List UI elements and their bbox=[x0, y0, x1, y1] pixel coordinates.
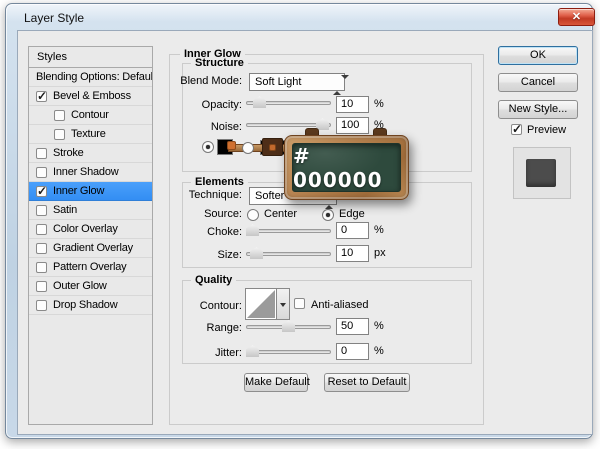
choke-input[interactable]: 0 bbox=[336, 222, 369, 239]
structure-legend: Structure bbox=[191, 57, 248, 69]
opacity-input[interactable]: 10 bbox=[336, 96, 369, 113]
preview-label[interactable]: Preview bbox=[527, 124, 566, 136]
range-slider[interactable] bbox=[246, 320, 331, 333]
noise-label: Noise: bbox=[210, 121, 242, 133]
jitter-input[interactable]: 0 bbox=[336, 343, 369, 360]
sidebar-item-label: Stroke bbox=[53, 147, 84, 159]
style-enabled-checkbox[interactable] bbox=[36, 223, 47, 235]
window-title: Layer Style bbox=[24, 11, 85, 25]
size-thumb[interactable] bbox=[250, 247, 263, 259]
anti-aliased-label[interactable]: Anti-aliased bbox=[311, 299, 368, 311]
cancel-button[interactable]: Cancel bbox=[498, 73, 578, 92]
color-radio[interactable] bbox=[202, 141, 214, 153]
range-input[interactable]: 50 bbox=[336, 318, 369, 335]
technique-label: Technique: bbox=[188, 189, 242, 201]
sidebar-item-label: Satin bbox=[53, 204, 78, 216]
style-enabled-checkbox[interactable] bbox=[36, 280, 47, 292]
blend-mode-value: Soft Light bbox=[255, 76, 302, 88]
style-enabled-checkbox[interactable] bbox=[36, 147, 47, 159]
contour-label: Contour: bbox=[199, 300, 242, 312]
sidebar-item-inner-shadow[interactable]: Inner Shadow bbox=[29, 163, 152, 182]
choke-unit: % bbox=[374, 224, 384, 236]
jitter-slider[interactable] bbox=[246, 345, 331, 358]
sidebar-item-stroke[interactable]: Stroke bbox=[29, 144, 152, 163]
range-label: Range: bbox=[206, 322, 242, 334]
style-enabled-checkbox[interactable] bbox=[36, 299, 47, 311]
technique-value: Softer bbox=[255, 190, 285, 202]
gradient-radio[interactable] bbox=[242, 142, 254, 154]
choke-thumb[interactable] bbox=[246, 224, 259, 236]
preview-thumbnail-square bbox=[526, 159, 556, 187]
source-edge-label[interactable]: Edge bbox=[339, 208, 365, 220]
updown-arrows-icon bbox=[333, 75, 349, 95]
blend-mode-select[interactable]: Soft Light bbox=[249, 73, 349, 95]
source-label: Source: bbox=[204, 208, 242, 220]
sidebar-item-label: Bevel & Emboss bbox=[53, 90, 131, 102]
make-default-button[interactable]: Make Default bbox=[244, 373, 310, 392]
choke-label: Choke: bbox=[207, 226, 242, 238]
color-hex-value: # 000000 bbox=[293, 143, 383, 192]
size-label: Size: bbox=[217, 249, 242, 261]
preview-checkbox[interactable] bbox=[511, 122, 522, 136]
ok-button[interactable]: OK bbox=[498, 46, 578, 65]
source-center-radio[interactable] bbox=[247, 209, 259, 221]
elements-legend: Elements bbox=[191, 176, 248, 188]
range-thumb[interactable] bbox=[282, 320, 295, 332]
screenshot-stage: Layer Style ✕ Styles Blending Options: D… bbox=[0, 0, 600, 449]
blend-mode-label: Blend Mode: bbox=[180, 75, 242, 87]
layer-style-dialog: Layer Style ✕ Styles Blending Options: D… bbox=[5, 3, 595, 439]
contour-dropdown-arrow[interactable] bbox=[277, 288, 290, 320]
sidebar-item-label: Pattern Overlay bbox=[53, 261, 127, 273]
sidebar-item-label: Inner Glow bbox=[53, 185, 105, 197]
sidebar-item-label: Drop Shadow bbox=[53, 299, 118, 311]
callout-clamp-pin-icon bbox=[269, 144, 276, 151]
sidebar-item-label: Contour bbox=[71, 109, 109, 121]
sidebar-item-label: Gradient Overlay bbox=[53, 242, 133, 254]
noise-input[interactable]: 100 bbox=[336, 117, 369, 134]
styles-header: Styles bbox=[28, 46, 153, 68]
sidebar-item-label: Color Overlay bbox=[53, 223, 118, 235]
anti-aliased-checkbox[interactable] bbox=[294, 298, 305, 309]
range-unit: % bbox=[374, 320, 384, 332]
source-edge-radio[interactable] bbox=[322, 209, 334, 221]
style-enabled-checkbox[interactable] bbox=[36, 184, 47, 198]
style-enabled-checkbox[interactable] bbox=[54, 109, 65, 121]
size-unit: px bbox=[374, 247, 386, 259]
opacity-unit: % bbox=[374, 98, 384, 110]
choke-slider[interactable] bbox=[246, 224, 331, 237]
chalkboard-surface: # 000000 bbox=[292, 143, 401, 192]
sidebar-item-label: Inner Shadow bbox=[53, 166, 119, 178]
size-input[interactable]: 10 bbox=[336, 245, 369, 262]
style-enabled-checkbox[interactable] bbox=[36, 166, 47, 178]
opacity-slider[interactable] bbox=[246, 96, 331, 109]
size-slider[interactable] bbox=[246, 247, 331, 260]
reset-to-default-button[interactable]: Reset to Default bbox=[324, 373, 410, 392]
style-enabled-checkbox[interactable] bbox=[54, 128, 65, 140]
style-enabled-checkbox[interactable] bbox=[36, 204, 47, 216]
opacity-label: Opacity: bbox=[201, 99, 242, 111]
jitter-label: Jitter: bbox=[215, 347, 242, 359]
source-center-label[interactable]: Center bbox=[264, 208, 297, 220]
style-enabled-checkbox[interactable] bbox=[36, 242, 47, 254]
quality-legend: Quality bbox=[191, 274, 237, 286]
jitter-unit: % bbox=[374, 345, 384, 357]
style-enabled-checkbox[interactable] bbox=[36, 261, 47, 273]
jitter-thumb[interactable] bbox=[246, 345, 259, 357]
close-icon: ✕ bbox=[571, 11, 582, 23]
sidebar-item-label: Texture bbox=[71, 128, 106, 140]
sidebar-item-outer-glow[interactable]: Outer Glow bbox=[29, 277, 152, 296]
style-enabled-checkbox[interactable] bbox=[36, 89, 47, 103]
close-button[interactable]: ✕ bbox=[558, 8, 595, 26]
color-tooltip-chalkboard: # 000000 bbox=[284, 135, 409, 200]
sidebar-item-label: Outer Glow bbox=[53, 280, 107, 292]
callout-pin-icon bbox=[227, 141, 236, 150]
opacity-thumb[interactable] bbox=[253, 96, 266, 108]
contour-picker[interactable] bbox=[245, 288, 277, 320]
new-style-button[interactable]: New Style... bbox=[498, 100, 578, 119]
